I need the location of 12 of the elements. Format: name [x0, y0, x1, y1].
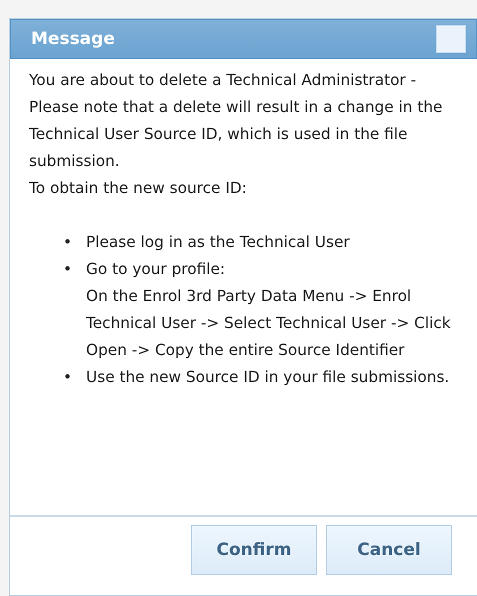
bullet-mark: •	[63, 232, 72, 253]
maximize-button[interactable]	[436, 25, 466, 53]
dialog-button[interactable]: Confirm	[191, 525, 317, 575]
instruction-item: Go to your profile: On the Enrol 3rd Party Data Menu -> Enrol Technical User -> Select Technical User -> Click Open -> Copy the entire Source Identifier	[86, 259, 452, 361]
bullet-mark: •	[63, 259, 72, 280]
message-text: To obtain the new source ID:	[29, 178, 248, 199]
dialog-title: Message	[31, 29, 115, 49]
instruction-item: Please log in as the Technical User	[86, 232, 350, 253]
dialog-button[interactable]: Cancel	[326, 525, 452, 575]
instruction-item: Use the new Source ID in your file submissions.	[86, 367, 450, 388]
message-text: You are about to delete a Technical Administrator - Please note that a delete will result in a change in the Technical User Source ID, which is used in the file submission.	[29, 70, 444, 172]
bullet-mark: •	[63, 367, 72, 388]
